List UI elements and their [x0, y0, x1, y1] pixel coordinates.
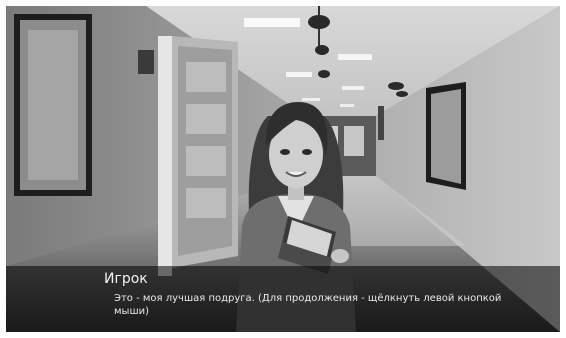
dialogue-box[interactable]: Игрок Это - моя лучшая подруга. (Для про… — [6, 266, 560, 332]
game-viewport[interactable]: Игрок Это - моя лучшая подруга. (Для про… — [6, 6, 560, 332]
speaker-name: Игрок — [104, 271, 148, 287]
dialogue-text: Это - моя лучшая подруга. (Для продолжен… — [114, 293, 502, 317]
